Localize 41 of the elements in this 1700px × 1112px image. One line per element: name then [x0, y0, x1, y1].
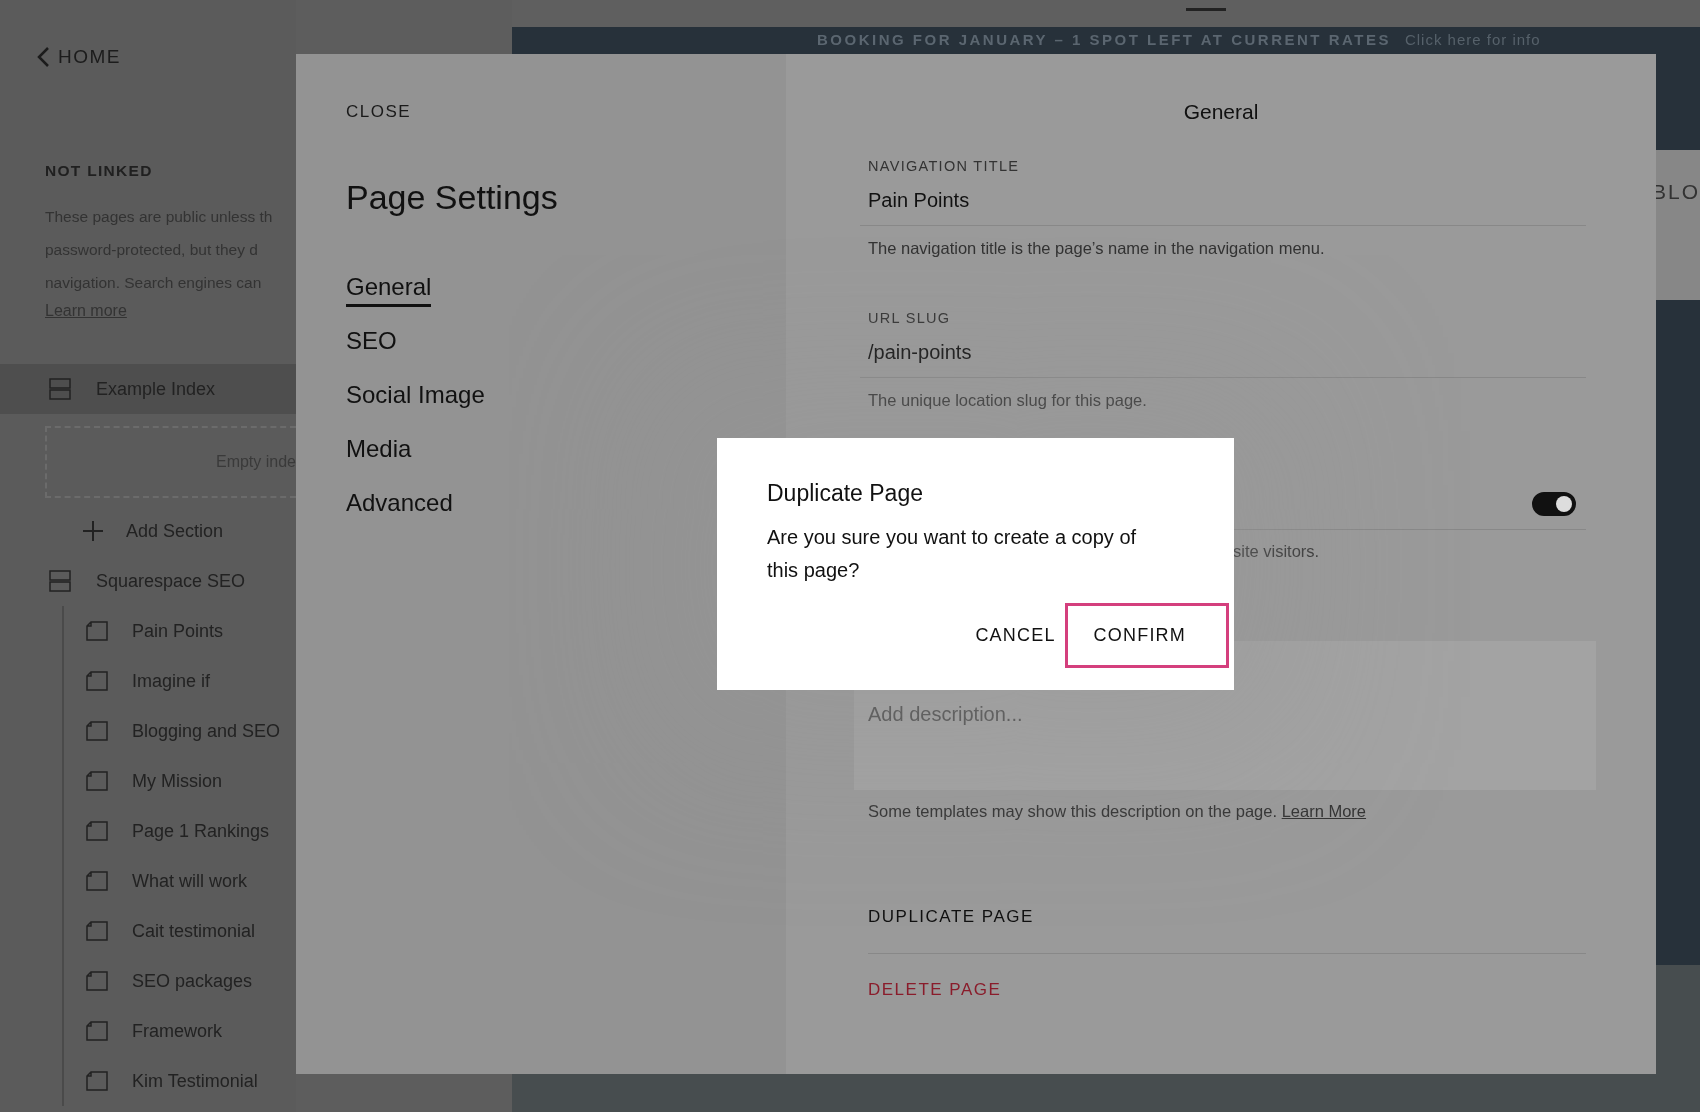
page-title: Page Settings [346, 178, 559, 217]
page-icon [86, 821, 108, 841]
toggle-switch[interactable] [1532, 491, 1576, 516]
page-icon [86, 671, 108, 691]
help-text: The navigation title is the page’s name in the navigation menu. [868, 239, 1325, 258]
help-text: The unique location slug for this page. [868, 391, 1147, 410]
page-icon [86, 621, 108, 641]
dialog-title: Duplicate Page [767, 480, 923, 507]
page-icon [86, 871, 108, 891]
help-text: Some templates may show this description on the page. Learn More [868, 802, 1368, 821]
handle-bar [1186, 8, 1226, 11]
text-field[interactable]: Pain Points [860, 174, 1586, 226]
index-icon [49, 570, 71, 592]
settings-tab[interactable]: SEO [346, 327, 397, 361]
learn-more-link[interactable]: Learn More [1281, 802, 1367, 820]
section-title: NOT LINKED [45, 162, 153, 180]
field-label: NAVIGATION TITLE [868, 158, 1020, 174]
close-button[interactable]: CLOSE [346, 102, 412, 122]
delete-page-button[interactable]: DELETE PAGE [868, 980, 1002, 1000]
field-label: URL SLUG [868, 310, 951, 326]
page-icon [86, 971, 108, 991]
page-icon [86, 921, 108, 941]
panel-title: General [1182, 99, 1260, 125]
dialog-button[interactable]: CONFIRM [1064, 603, 1229, 668]
page-icon [86, 1071, 108, 1091]
page-icon [86, 1021, 108, 1041]
settings-tab[interactable]: Media [346, 435, 412, 469]
settings-tab[interactable]: Advanced [346, 489, 453, 523]
page-icon [86, 771, 108, 791]
settings-tab[interactable]: General [346, 273, 432, 307]
dialog-message: Are you sure you want to create a copy of this page? [767, 525, 1138, 583]
back-chevron-icon [36, 46, 50, 68]
duplicate-page-button[interactable]: DUPLICATE PAGE [868, 907, 1034, 927]
home-link[interactable]: HOME [36, 46, 121, 68]
plus-icon [82, 520, 104, 542]
text-field[interactable]: /pain-points [860, 326, 1586, 378]
index-icon [49, 378, 71, 400]
settings-tab[interactable]: Social Image [346, 381, 485, 415]
help-text: site visitors. [1233, 542, 1320, 561]
page-icon [86, 721, 108, 741]
add-section-button[interactable]: Add Section [0, 506, 296, 556]
